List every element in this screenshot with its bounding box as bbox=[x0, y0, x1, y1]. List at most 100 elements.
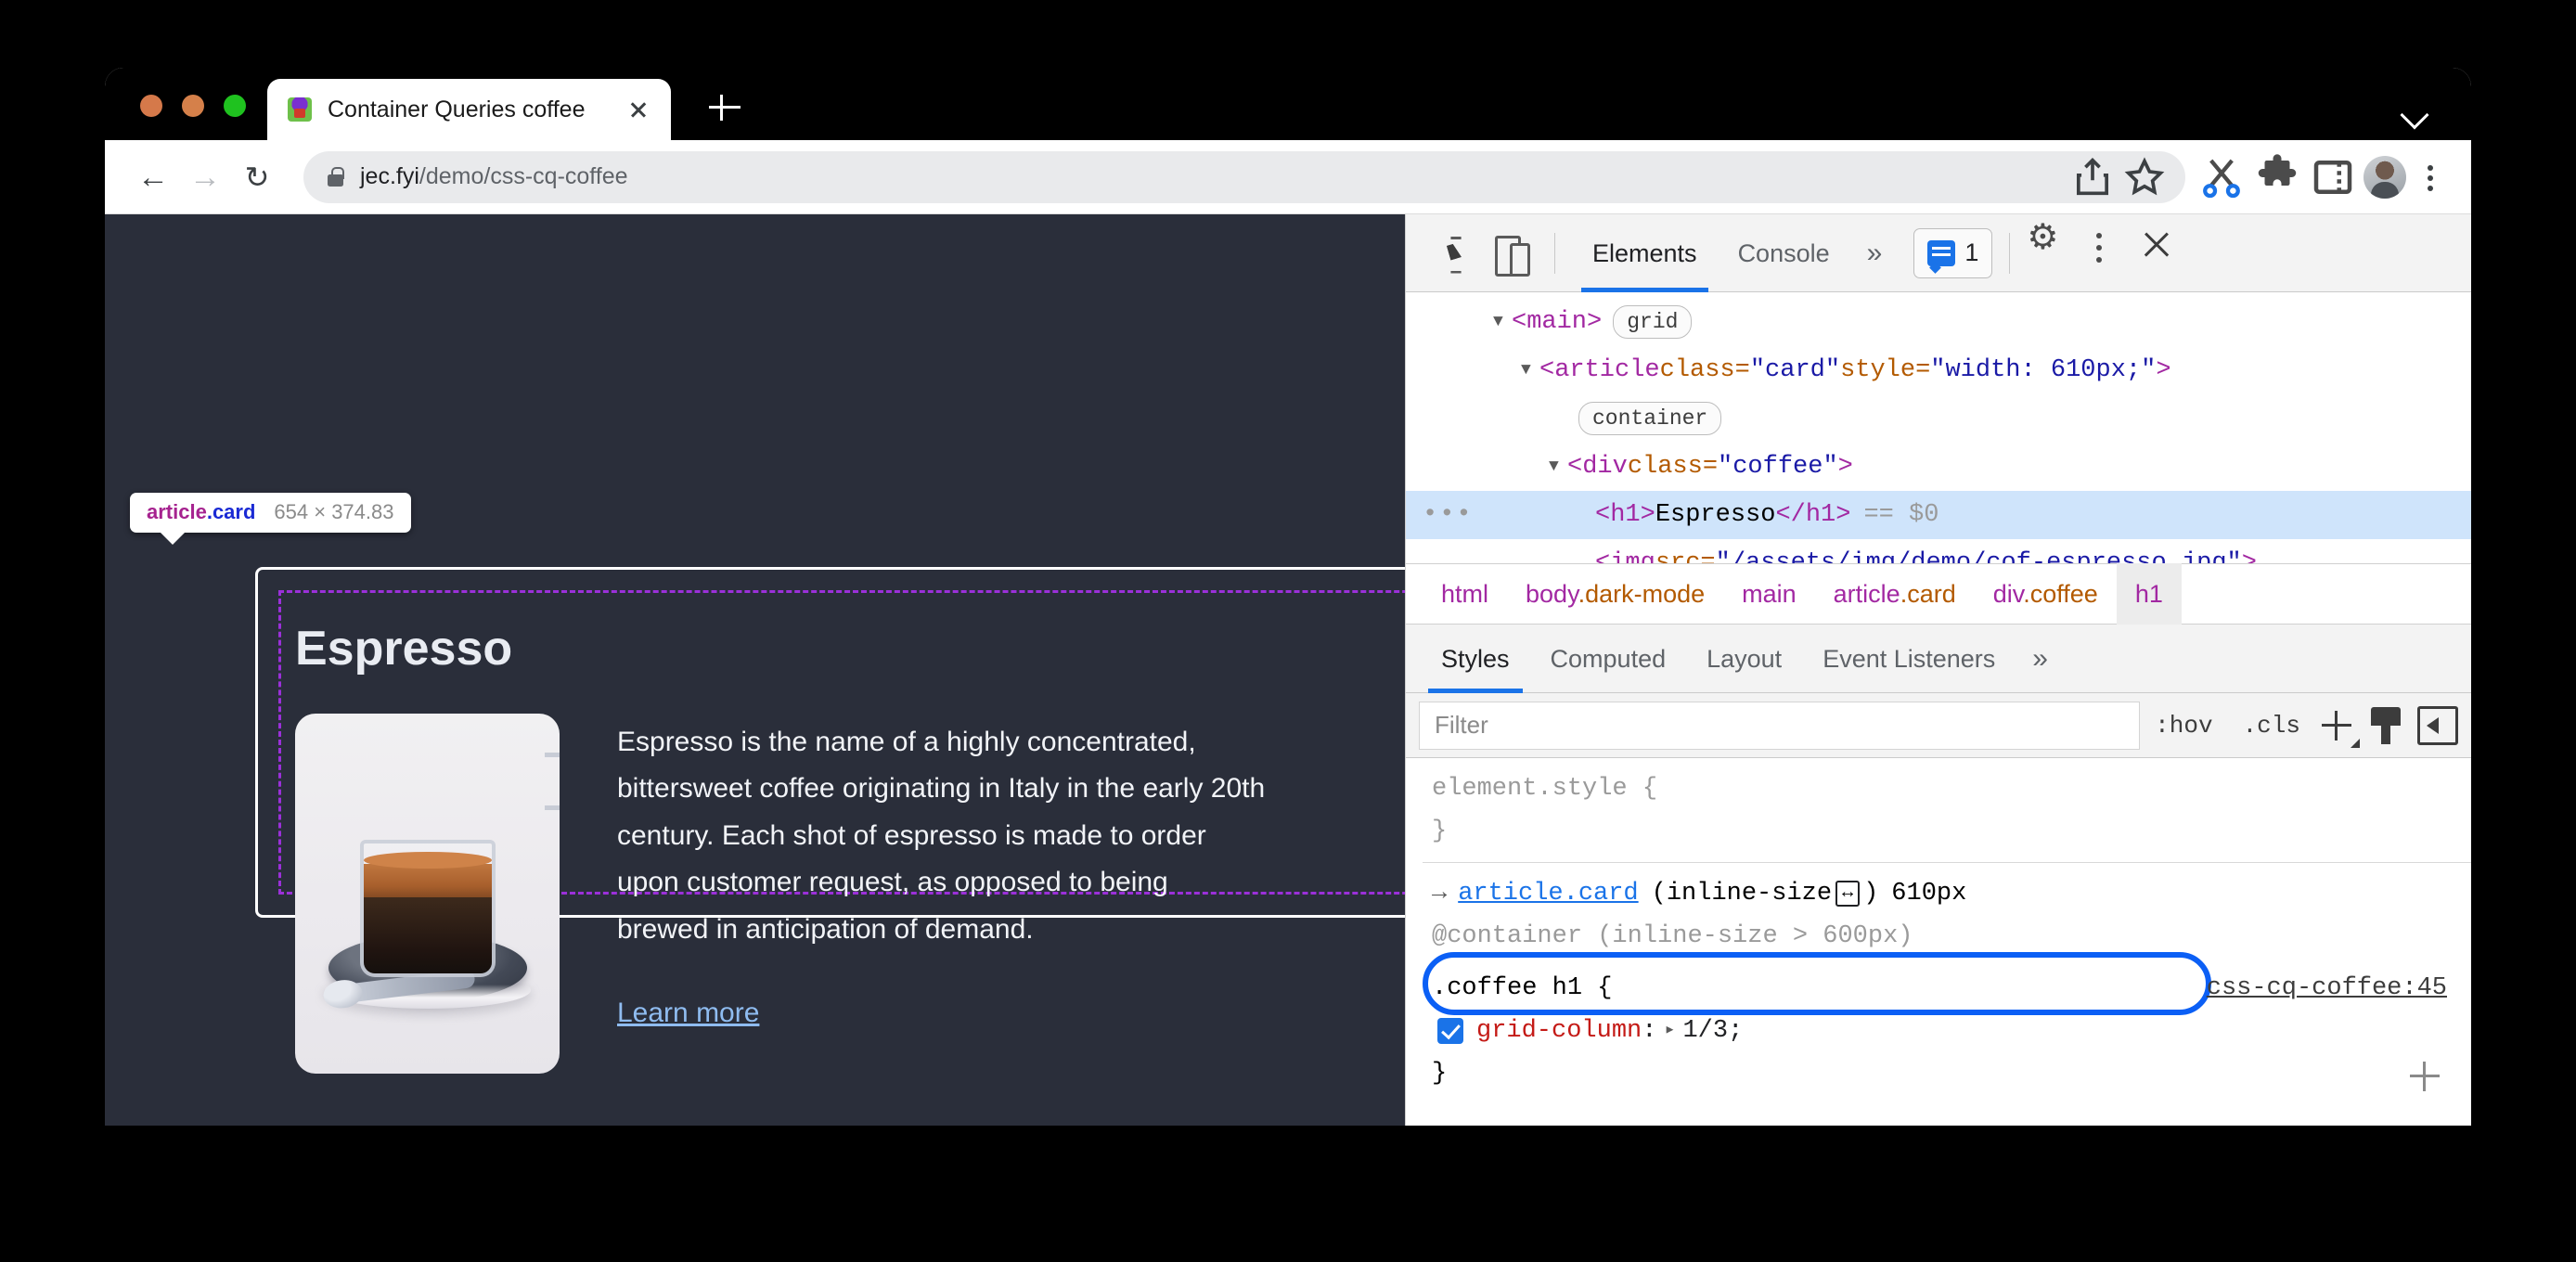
page-viewport: article.card 654 × 374.83 Espresso Espre… bbox=[105, 214, 1405, 1126]
expand-triangle-icon[interactable]: ▼ bbox=[1521, 346, 1539, 394]
container-size-value: 610px bbox=[1891, 880, 1967, 908]
computed-sidebar-toggle-icon[interactable] bbox=[2417, 705, 2458, 745]
maximize-window-button[interactable] bbox=[224, 95, 246, 117]
tab-layout[interactable]: Layout bbox=[1686, 625, 1802, 693]
container-condition-open: (inline-size bbox=[1651, 880, 1833, 908]
coffee-liquid bbox=[364, 897, 492, 973]
dom-token: "coffee" bbox=[1718, 453, 1838, 481]
settings-gear-button[interactable] bbox=[2027, 216, 2082, 281]
scissors-icon[interactable] bbox=[2196, 152, 2247, 202]
dom-token: > bbox=[2241, 549, 2257, 563]
breadcrumb-item-article[interactable]: article.card bbox=[1815, 563, 1975, 625]
espresso-glass bbox=[360, 840, 496, 977]
espresso-cup-image bbox=[295, 714, 560, 1074]
breadcrumb-item-main[interactable]: main bbox=[1723, 563, 1815, 625]
dom-tree-row[interactable]: < img src = "/assets/img/demo/cof-espresso.… bbox=[1406, 539, 2471, 563]
close-tab-icon[interactable] bbox=[623, 94, 654, 125]
browser-tab[interactable]: Container Queries coffee bbox=[267, 79, 671, 140]
reload-button[interactable]: ↻ bbox=[231, 151, 283, 203]
brush-icon[interactable] bbox=[2367, 705, 2404, 746]
breadcrumb-tag: article bbox=[1833, 580, 1900, 608]
breadcrumb-class: .dark-mode bbox=[1578, 580, 1706, 608]
devtools-close-button[interactable] bbox=[2138, 225, 2194, 281]
dom-token: > bbox=[2156, 356, 2171, 384]
dom-token: = bbox=[1702, 453, 1719, 481]
dom-token: class bbox=[1627, 453, 1703, 481]
forward-button[interactable]: → bbox=[179, 151, 231, 203]
profile-avatar[interactable] bbox=[2363, 155, 2406, 199]
device-toggle-icon[interactable] bbox=[1482, 225, 1538, 281]
breadcrumb-item-body[interactable]: body.dark-mode bbox=[1507, 563, 1723, 625]
css-rules-pane[interactable]: element.style { } → article.card (inline… bbox=[1406, 758, 2471, 1126]
inspect-cursor-icon[interactable] bbox=[1426, 225, 1482, 281]
styles-filter-input[interactable]: Filter bbox=[1419, 701, 2141, 750]
declaration-expander-icon[interactable]: ▸ bbox=[1664, 1010, 1675, 1052]
omnibox-actions bbox=[2068, 153, 2169, 201]
dom-token: h1 bbox=[1805, 501, 1836, 529]
issues-badge[interactable]: 1 bbox=[1913, 227, 1993, 278]
breadcrumb-item-div[interactable]: div.coffee bbox=[1975, 563, 2117, 625]
container-query-row[interactable]: → article.card (inline-size ↔ ) 610px bbox=[1432, 872, 2471, 915]
tab-computed[interactable]: Computed bbox=[1530, 625, 1687, 693]
breadcrumb-item-html[interactable]: html bbox=[1423, 563, 1507, 625]
tab-strip: Container Queries coffee bbox=[105, 68, 2471, 140]
expand-triangle-icon[interactable]: ▼ bbox=[1549, 443, 1567, 491]
hov-toggle-button[interactable]: :hov bbox=[2140, 712, 2227, 740]
dom-tree-row[interactable]: ▼ < article class = "card" style = "width: 610… bbox=[1406, 346, 2471, 394]
declaration-property[interactable]: grid-column bbox=[1476, 1010, 1642, 1052]
learn-more-link[interactable]: Learn more bbox=[617, 998, 759, 1029]
expand-triangle-icon[interactable]: ▼ bbox=[1493, 298, 1512, 346]
chevron-down-icon[interactable] bbox=[2401, 105, 2432, 122]
breadcrumb-class: .card bbox=[1900, 580, 1956, 608]
dom-tree[interactable]: ▼ < main > grid ▼ < article class = "card" style =… bbox=[1406, 292, 2471, 563]
add-declaration-icon[interactable] bbox=[2406, 1058, 2443, 1095]
breadcrumb-tag: div bbox=[1992, 580, 2024, 608]
tab-event-listeners[interactable]: Event Listeners bbox=[1802, 625, 2016, 693]
share-icon[interactable] bbox=[2068, 153, 2117, 201]
declaration-value[interactable]: 1/3; bbox=[1682, 1010, 1743, 1052]
new-style-rule-button[interactable] bbox=[2315, 704, 2360, 748]
extensions-puzzle-icon[interactable] bbox=[2252, 152, 2302, 202]
dom-token: > bbox=[1587, 308, 1603, 336]
devtools-menu-button[interactable] bbox=[2082, 225, 2138, 281]
dom-token: = bbox=[1700, 549, 1716, 563]
dom-tree-row[interactable]: ▼ < div class = "coffee" > bbox=[1406, 443, 2471, 491]
selected-node-reference: == $0 bbox=[1863, 501, 1939, 529]
dom-token: img bbox=[1610, 549, 1655, 563]
element-style-rule: element.style { } bbox=[1423, 758, 2471, 862]
tab-console[interactable]: Console bbox=[1718, 214, 1850, 292]
breadcrumb-class: .coffee bbox=[2023, 580, 2098, 608]
dom-tree-row[interactable]: ▼ < main > grid bbox=[1406, 298, 2471, 346]
tooltip-selector: article.card bbox=[147, 500, 256, 523]
address-bar[interactable]: jec.fyi/demo/css-cq-coffee bbox=[303, 150, 2185, 203]
rule-selector: .coffee h1 { bbox=[1432, 974, 1613, 1002]
side-panel-icon[interactable] bbox=[2308, 152, 2358, 202]
dom-token: div bbox=[1582, 453, 1628, 481]
tab-elements[interactable]: Elements bbox=[1572, 214, 1718, 292]
cls-toggle-button[interactable]: .cls bbox=[2228, 712, 2315, 740]
dom-tree-row[interactable]: container bbox=[1406, 394, 2471, 443]
bookmark-star-icon[interactable] bbox=[2120, 153, 2169, 201]
dom-badge-grid[interactable]: grid bbox=[1613, 305, 1693, 339]
container-element-link[interactable]: article.card bbox=[1458, 872, 1638, 915]
back-arrow-icon: ← bbox=[137, 159, 169, 195]
dom-badge-container[interactable]: container bbox=[1578, 402, 1722, 435]
close-window-button[interactable] bbox=[140, 95, 162, 117]
declaration-row[interactable]: grid-column : ▸ 1/3; bbox=[1432, 1010, 2471, 1052]
new-tab-button[interactable] bbox=[706, 89, 743, 126]
back-button[interactable]: ← bbox=[127, 151, 179, 203]
devtools-menu-dots-icon bbox=[2082, 225, 2116, 272]
dom-token: = bbox=[1915, 356, 1931, 384]
more-panels-icon[interactable]: » bbox=[1850, 214, 1900, 292]
minimize-window-button[interactable] bbox=[182, 95, 204, 117]
dom-token: article bbox=[1554, 356, 1660, 384]
declaration-enabled-checkbox[interactable] bbox=[1437, 1018, 1463, 1044]
dom-tree-row[interactable]: ••• < h1 > Espresso </h1 > == $0 bbox=[1406, 491, 2471, 539]
browser-toolbar: ← → ↻ jec.fyi/demo/css-cq-coffee bbox=[105, 140, 2471, 214]
tab-styles[interactable]: Styles bbox=[1421, 625, 1530, 693]
more-styles-tabs-icon[interactable]: » bbox=[2016, 625, 2065, 693]
dom-token: Espresso bbox=[1655, 501, 1776, 529]
browser-menu-icon[interactable] bbox=[2412, 152, 2449, 202]
breadcrumb-item-h1[interactable]: h1 bbox=[2116, 563, 2182, 625]
rule-source-link[interactable]: css-cq-coffee:45 bbox=[2207, 967, 2471, 1010]
